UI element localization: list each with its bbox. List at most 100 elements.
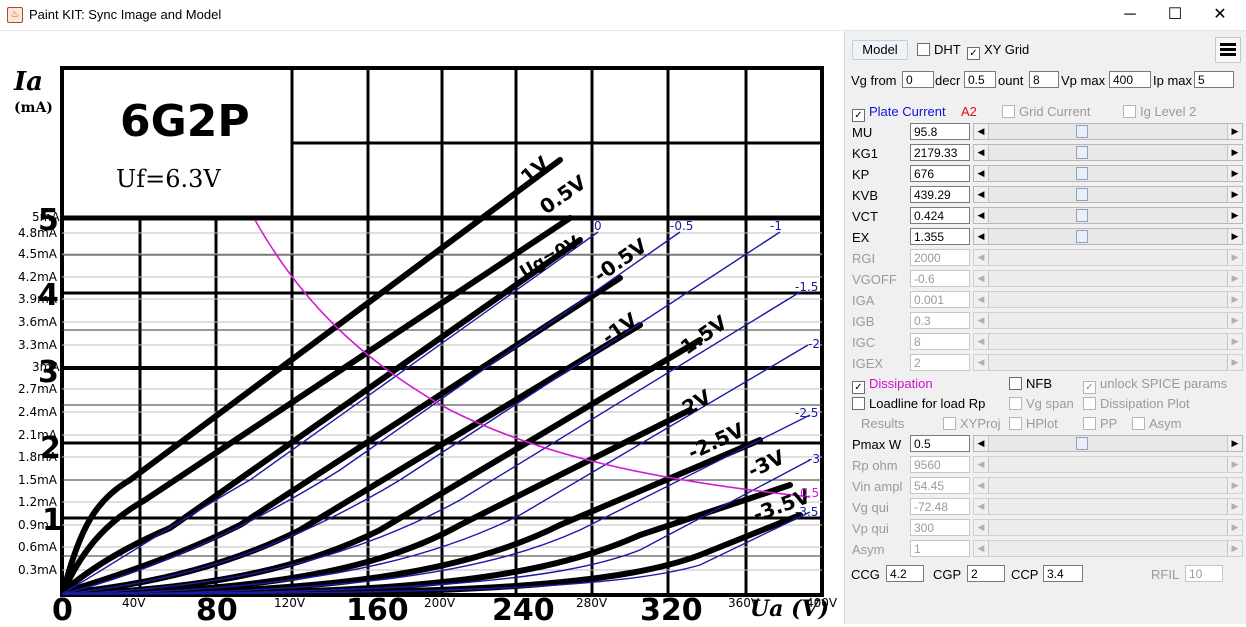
param-igc-field[interactable]: 8 — [910, 333, 970, 350]
grid-current-checkbox[interactable]: Grid Current — [1002, 104, 1091, 119]
slider-left-arrow-icon[interactable]: ◀ — [974, 292, 989, 307]
xyproj-checkbox[interactable]: XYProj — [943, 416, 1000, 431]
rp-ohm-field[interactable]: 9560 — [910, 456, 970, 473]
close-button[interactable]: ✕ — [1200, 3, 1240, 27]
slider-right-arrow-icon[interactable]: ▶ — [1227, 499, 1242, 514]
slider-left-arrow-icon[interactable]: ◀ — [974, 355, 989, 370]
param-igex-slider[interactable]: ◀ ▶ — [973, 354, 1243, 371]
param-ex-field[interactable]: 1.355 — [910, 228, 970, 245]
slider-left-arrow-icon[interactable]: ◀ — [974, 229, 989, 244]
param-igex-field[interactable]: 2 — [910, 354, 970, 371]
hamburger-menu-icon[interactable] — [1215, 37, 1241, 63]
grid-current-checkbox-box[interactable] — [1002, 105, 1015, 118]
asym-param-field[interactable]: 1 — [910, 540, 970, 557]
slider-thumb[interactable] — [1076, 146, 1088, 159]
pmax-field[interactable]: 0.5 — [910, 435, 970, 452]
slider-right-arrow-icon[interactable]: ▶ — [1227, 292, 1242, 307]
slider-left-arrow-icon[interactable]: ◀ — [974, 457, 989, 472]
slider-left-arrow-icon[interactable]: ◀ — [974, 208, 989, 223]
pp-checkbox-box[interactable] — [1083, 417, 1096, 430]
slider-right-arrow-icon[interactable]: ▶ — [1227, 208, 1242, 223]
vg-from-field[interactable]: 0 — [902, 71, 934, 88]
ig-level2-checkbox[interactable]: Ig Level 2 — [1123, 104, 1196, 119]
xy-grid-checkbox-box[interactable]: ✓ — [967, 47, 980, 60]
count-field[interactable]: 8 — [1029, 71, 1059, 88]
slider-right-arrow-icon[interactable]: ▶ — [1227, 166, 1242, 181]
slider-left-arrow-icon[interactable]: ◀ — [974, 250, 989, 265]
param-vgoff-field[interactable]: -0.6 — [910, 270, 970, 287]
asym-checkbox[interactable]: Asym — [1132, 416, 1182, 431]
dht-checkbox-box[interactable] — [917, 43, 930, 56]
asym-param-slider[interactable]: ◀ ▶ — [973, 540, 1243, 557]
maximize-button[interactable]: ☐ — [1155, 3, 1195, 27]
asym-checkbox-box[interactable] — [1132, 417, 1145, 430]
param-iga-field[interactable]: 0.001 — [910, 291, 970, 308]
param-igc-slider[interactable]: ◀ ▶ — [973, 333, 1243, 350]
param-mu-field[interactable]: 95.8 — [910, 123, 970, 140]
xyproj-checkbox-box[interactable] — [943, 417, 956, 430]
vin-ampl-slider[interactable]: ◀ ▶ — [973, 477, 1243, 494]
slider-left-arrow-icon[interactable]: ◀ — [974, 436, 989, 451]
nfb-checkbox[interactable]: NFB — [1009, 376, 1052, 391]
slider-right-arrow-icon[interactable]: ▶ — [1227, 229, 1242, 244]
ccp-field[interactable]: 3.4 — [1043, 565, 1083, 582]
slider-right-arrow-icon[interactable]: ▶ — [1227, 334, 1242, 349]
slider-right-arrow-icon[interactable]: ▶ — [1227, 145, 1242, 160]
ig-level2-checkbox-box[interactable] — [1123, 105, 1136, 118]
rp-ohm-slider[interactable]: ◀ ▶ — [973, 456, 1243, 473]
slider-thumb[interactable] — [1076, 125, 1088, 138]
loadline-checkbox[interactable]: Loadline for load Rp — [852, 396, 985, 411]
slider-left-arrow-icon[interactable]: ◀ — [974, 271, 989, 286]
param-iga-slider[interactable]: ◀ ▶ — [973, 291, 1243, 308]
slider-right-arrow-icon[interactable]: ▶ — [1227, 457, 1242, 472]
slider-left-arrow-icon[interactable]: ◀ — [974, 187, 989, 202]
param-vct-field[interactable]: 0.424 — [910, 207, 970, 224]
pmax-slider[interactable]: ◀ ▶ — [973, 435, 1243, 452]
slider-left-arrow-icon[interactable]: ◀ — [974, 313, 989, 328]
slider-left-arrow-icon[interactable]: ◀ — [974, 499, 989, 514]
param-vct-slider[interactable]: ◀ ▶ — [973, 207, 1243, 224]
vp-qui-slider[interactable]: ◀ ▶ — [973, 519, 1243, 536]
slider-right-arrow-icon[interactable]: ▶ — [1227, 250, 1242, 265]
unlock-spice-checkbox[interactable]: ✓ unlock SPICE params — [1083, 376, 1227, 394]
vg-span-checkbox[interactable]: Vg span — [1009, 396, 1074, 411]
param-kg1-field[interactable]: 2179.33 — [910, 144, 970, 161]
slider-right-arrow-icon[interactable]: ▶ — [1227, 124, 1242, 139]
unlock-spice-checkbox-box[interactable]: ✓ — [1083, 381, 1096, 394]
ip-max-field[interactable]: 5 — [1194, 71, 1234, 88]
vg-span-checkbox-box[interactable] — [1009, 397, 1022, 410]
param-kg1-slider[interactable]: ◀ ▶ — [973, 144, 1243, 161]
slider-right-arrow-icon[interactable]: ▶ — [1227, 520, 1242, 535]
vg-qui-field[interactable]: -72.48 — [910, 498, 970, 515]
slider-right-arrow-icon[interactable]: ▶ — [1227, 541, 1242, 556]
vg-qui-slider[interactable]: ◀ ▶ — [973, 498, 1243, 515]
slider-right-arrow-icon[interactable]: ▶ — [1227, 478, 1242, 493]
slider-left-arrow-icon[interactable]: ◀ — [974, 541, 989, 556]
param-igb-slider[interactable]: ◀ ▶ — [973, 312, 1243, 329]
tube-curves-canvas[interactable]: 6G2P Uf=6.3V Ia (mA) Ua (V) 0 80 160 240… — [0, 31, 843, 627]
slider-right-arrow-icon[interactable]: ▶ — [1227, 436, 1242, 451]
ccg-field[interactable]: 4.2 — [886, 565, 924, 582]
cgp-field[interactable]: 2 — [967, 565, 1005, 582]
param-kvb-slider[interactable]: ◀ ▶ — [973, 186, 1243, 203]
vp-max-field[interactable]: 400 — [1109, 71, 1151, 88]
param-vgoff-slider[interactable]: ◀ ▶ — [973, 270, 1243, 287]
slider-left-arrow-icon[interactable]: ◀ — [974, 145, 989, 160]
dissipation-checkbox[interactable]: ✓ Dissipation — [852, 376, 933, 394]
param-kp-field[interactable]: 676 — [910, 165, 970, 182]
plate-current-checkbox-box[interactable]: ✓ — [852, 109, 865, 122]
vin-ampl-field[interactable]: 54.45 — [910, 477, 970, 494]
param-igb-field[interactable]: 0.3 — [910, 312, 970, 329]
xy-grid-checkbox[interactable]: ✓ XY Grid — [967, 42, 1029, 60]
dissipation-plot-checkbox[interactable]: Dissipation Plot — [1083, 396, 1190, 411]
plot-area[interactable]: 6G2P Uf=6.3V Ia (mA) Ua (V) 0 80 160 240… — [0, 31, 843, 627]
slider-left-arrow-icon[interactable]: ◀ — [974, 478, 989, 493]
slider-thumb[interactable] — [1076, 167, 1088, 180]
nfb-checkbox-box[interactable] — [1009, 377, 1022, 390]
param-rgi-slider[interactable]: ◀ ▶ — [973, 249, 1243, 266]
slider-right-arrow-icon[interactable]: ▶ — [1227, 187, 1242, 202]
hplot-checkbox[interactable]: HPlot — [1009, 416, 1058, 431]
minimize-button[interactable]: ─ — [1110, 3, 1150, 27]
slider-left-arrow-icon[interactable]: ◀ — [974, 334, 989, 349]
dissipation-checkbox-box[interactable]: ✓ — [852, 381, 865, 394]
